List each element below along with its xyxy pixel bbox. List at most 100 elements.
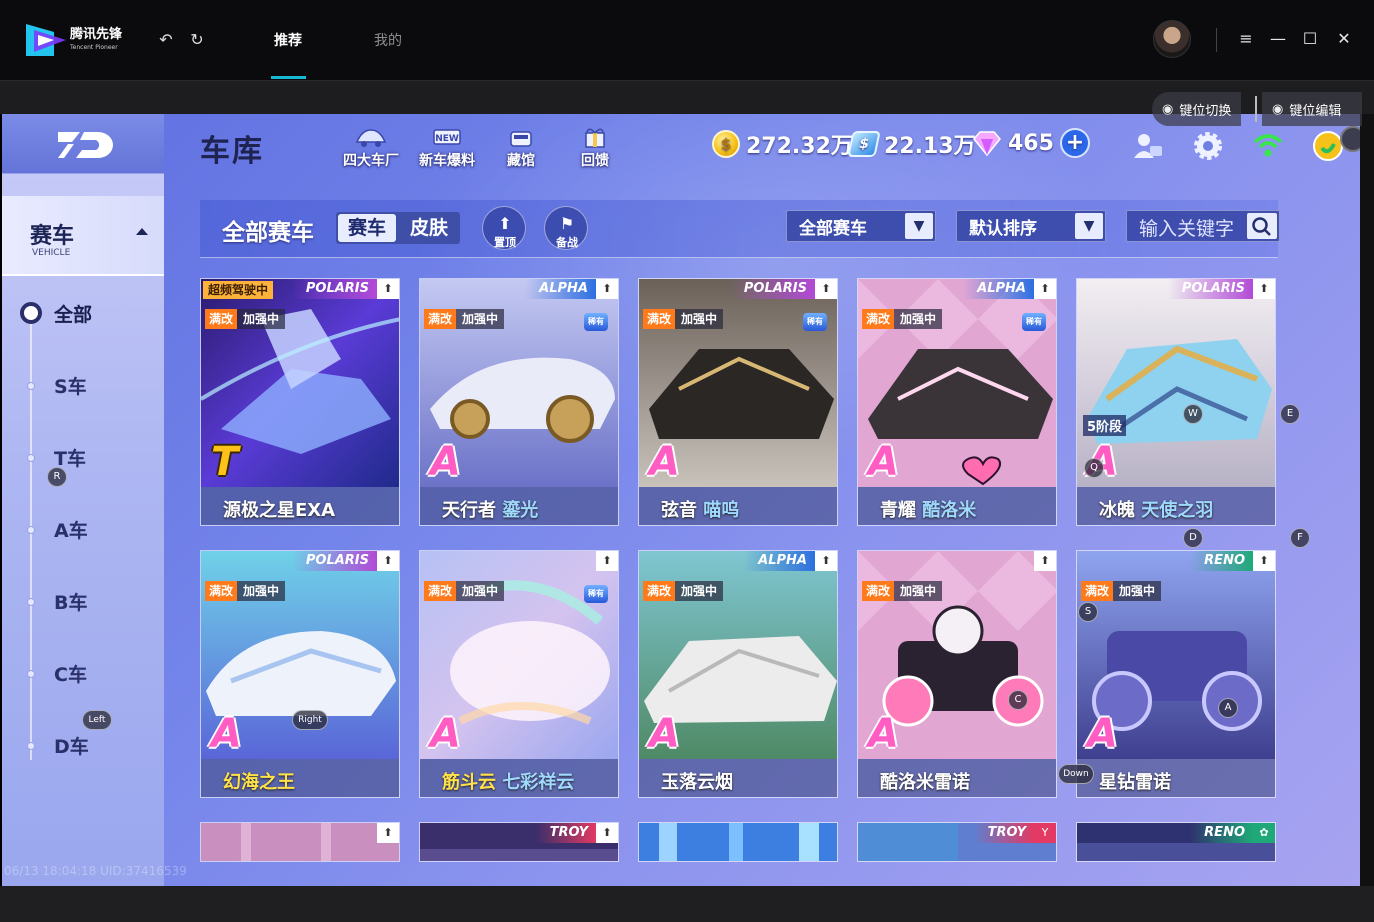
rare-badge: 稀有 bbox=[803, 313, 827, 331]
car-card[interactable]: 超频驾驶中 POLARIS ⬆ 满改 加强中 T 源极之星EXA bbox=[200, 278, 400, 526]
pin-icon[interactable]: ⬆ bbox=[1034, 279, 1056, 299]
sidebar-item-s[interactable]: S车 bbox=[54, 372, 87, 399]
segment-cars[interactable]: 赛车 bbox=[338, 214, 396, 242]
close-icon[interactable]: ✕ bbox=[1334, 29, 1354, 49]
gear-icon[interactable]: ✿ bbox=[1253, 823, 1275, 843]
car-card[interactable]: POLARIS ⬆ 5阶段 A 冰魄 天使之羽 bbox=[1076, 278, 1276, 526]
car-tags: 满改 加强中 bbox=[1081, 581, 1162, 601]
search-icon[interactable] bbox=[1247, 213, 1277, 239]
key-edit-button[interactable]: ◉ 键位编辑 bbox=[1262, 92, 1362, 126]
user-avatar[interactable] bbox=[1153, 20, 1191, 58]
key-marker[interactable]: S bbox=[1078, 602, 1098, 622]
key-marker[interactable]: F bbox=[1290, 528, 1310, 548]
pin-icon[interactable]: Y bbox=[1034, 823, 1056, 843]
sort-selected: 默认排序 bbox=[969, 219, 1037, 239]
minimize-icon[interactable]: — bbox=[1268, 29, 1288, 49]
nav-four-factories[interactable]: 四大车厂 bbox=[336, 124, 406, 170]
qq-badge-icon[interactable] bbox=[1312, 130, 1344, 162]
car-name-main: 天行者 bbox=[442, 500, 496, 521]
pin-icon[interactable]: ⬆ bbox=[1253, 279, 1275, 299]
key-marker[interactable]: A bbox=[1218, 698, 1238, 718]
car-card[interactable]: TROY Y bbox=[857, 822, 1057, 862]
pin-icon[interactable]: ⬆ bbox=[596, 279, 618, 299]
chip-divider bbox=[1255, 96, 1257, 122]
car-card[interactable]: RENO ⬆ 满改 加强中 A 星钻雷诺 bbox=[1076, 550, 1276, 798]
pin-icon[interactable]: ⬆ bbox=[815, 279, 837, 299]
key-marker[interactable]: Down bbox=[1058, 764, 1094, 784]
key-marker[interactable]: C bbox=[1008, 690, 1028, 710]
app-window: 腾讯先锋 Tencent Pioneer ↶ ↻ 推荐 我的 ≡ — ☐ ✕ 赛… bbox=[0, 0, 1374, 922]
car-card[interactable] bbox=[638, 822, 838, 862]
collapse-caret-icon[interactable] bbox=[136, 228, 148, 235]
pin-icon[interactable]: ⬆ bbox=[815, 551, 837, 571]
key-marker[interactable]: R bbox=[47, 467, 67, 487]
key-marker[interactable]: E bbox=[1280, 404, 1300, 424]
sidebar-item-a[interactable]: A车 bbox=[54, 516, 88, 543]
refresh-icon[interactable]: ↻ bbox=[187, 30, 207, 50]
car-tags: 满改 加强中 bbox=[205, 581, 286, 601]
menu-icon[interactable]: ≡ bbox=[1236, 29, 1256, 49]
car-card[interactable]: ALPHA ⬆ 满改 加强中 稀有 A 青耀 酷洛米 bbox=[857, 278, 1057, 526]
car-card[interactable]: RENO ✿ bbox=[1076, 822, 1276, 862]
car-name-main: 青耀 bbox=[880, 500, 916, 521]
car-card[interactable]: ALPHA ⬆ 满改 加强中 稀有 A 天行者 鎏光 bbox=[419, 278, 619, 526]
sidebar-item-d[interactable]: D车 bbox=[54, 732, 89, 759]
sidebar-item-all[interactable]: 全部 bbox=[54, 300, 92, 327]
car-card[interactable]: ⬆ bbox=[200, 822, 400, 862]
nav-rewards[interactable]: 回馈 bbox=[560, 124, 630, 170]
car-card[interactable]: POLARIS ⬆ 满改 加强中 稀有 A 弦音 喵呜 bbox=[638, 278, 838, 526]
back-icon[interactable]: ↶ bbox=[156, 30, 176, 50]
segment-skins[interactable]: 皮肤 bbox=[400, 214, 458, 242]
tab-mine[interactable]: 我的 bbox=[374, 30, 402, 50]
brand-subtitle: Tencent Pioneer bbox=[70, 44, 118, 51]
pin-icon[interactable]: ⬆ bbox=[1253, 551, 1275, 571]
coin-balance: $ 272.32万 bbox=[712, 128, 853, 160]
car-grade: A bbox=[211, 711, 242, 757]
car-name: 星钻雷诺 bbox=[1099, 768, 1171, 794]
battle-ready-button[interactable]: ⚑ 备战 bbox=[544, 206, 588, 250]
sidebar-dot bbox=[27, 526, 35, 534]
car-grade: A bbox=[1087, 711, 1118, 757]
car-name: 弦音 喵呜 bbox=[661, 496, 739, 522]
car-card[interactable]: POLARIS ⬆ 满改 加强中 A 幻海之王 bbox=[200, 550, 400, 798]
key-marker[interactable]: W bbox=[1183, 404, 1203, 424]
car-tags: 满改 加强中 bbox=[643, 309, 724, 329]
friends-icon[interactable] bbox=[1132, 130, 1164, 162]
key-marker[interactable]: D bbox=[1183, 528, 1203, 548]
pin-icon[interactable]: ⬆ bbox=[377, 551, 399, 571]
pin-icon[interactable]: ⬆ bbox=[377, 823, 399, 843]
add-diamond-button[interactable]: + bbox=[1059, 128, 1090, 158]
series-badge: TROY bbox=[535, 823, 596, 843]
overlay-close-icon[interactable] bbox=[1340, 126, 1360, 152]
key-marker[interactable]: Left bbox=[82, 710, 112, 730]
pin-top-button[interactable]: ⬆ 置顶 bbox=[482, 206, 526, 250]
car-grade: T bbox=[211, 439, 239, 485]
sidebar-dot bbox=[27, 454, 35, 462]
car-name-main: 冰魄 bbox=[1099, 500, 1135, 521]
tab-recommend[interactable]: 推荐 bbox=[274, 30, 302, 50]
nav-museum[interactable]: 藏馆 bbox=[486, 124, 556, 170]
settings-gear-icon[interactable] bbox=[1192, 130, 1224, 162]
car-type-dropdown[interactable]: 全部赛车 ▼ bbox=[786, 210, 936, 242]
car-card[interactable]: ⬆ 满改 加强中 A 酷洛米雷诺 bbox=[857, 550, 1057, 798]
vehicle-category-header[interactable] bbox=[2, 196, 164, 276]
pin-icon[interactable]: ⬆ bbox=[596, 551, 618, 571]
car-grade: A bbox=[649, 711, 680, 757]
sort-dropdown[interactable]: 默认排序 ▼ bbox=[956, 210, 1106, 242]
maximize-icon[interactable]: ☐ bbox=[1300, 29, 1320, 49]
key-marker[interactable]: Right bbox=[292, 710, 328, 730]
key-switch-button[interactable]: ◉ 键位切换 bbox=[1152, 92, 1242, 126]
key-marker[interactable]: Q bbox=[1084, 458, 1104, 478]
sidebar-item-c[interactable]: C车 bbox=[54, 660, 87, 687]
pin-icon[interactable]: ⬆ bbox=[1034, 551, 1056, 571]
pin-icon[interactable]: ⬆ bbox=[596, 823, 618, 843]
car-card[interactable]: ⬆ 满改 加强中 稀有 A 筋斗云 七彩祥云 bbox=[419, 550, 619, 798]
pin-icon[interactable]: ⬆ bbox=[377, 279, 399, 299]
car-card[interactable]: TROY ⬆ bbox=[419, 822, 619, 862]
search-input[interactable]: 输入关键字 bbox=[1126, 210, 1280, 242]
car-card[interactable]: ALPHA ⬆ 满改 加强中 A 玉落云烟 bbox=[638, 550, 838, 798]
car-skin-name: 天使之羽 bbox=[1141, 500, 1214, 521]
sidebar-dot bbox=[27, 598, 35, 606]
sidebar-item-b[interactable]: B车 bbox=[54, 588, 87, 615]
nav-new-cars[interactable]: NEW 新车爆料 bbox=[412, 124, 482, 170]
